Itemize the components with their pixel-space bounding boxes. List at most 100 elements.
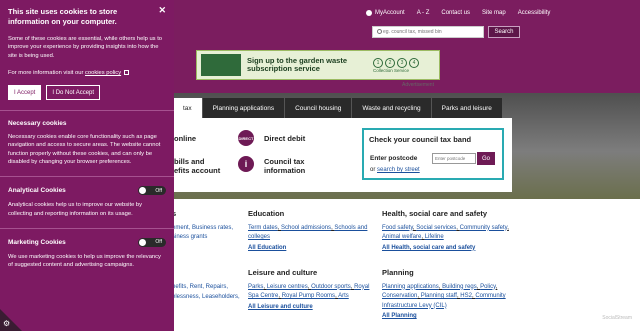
- section-link[interactable]: ement, Business rates,: [172, 224, 233, 234]
- section-heading-planning: Planning: [382, 268, 414, 277]
- link-term-dates[interactable]: Term dates: [248, 225, 278, 231]
- link-policy[interactable]: Policy: [480, 284, 496, 290]
- analytical-cookies-header: Analytical Cookies Off: [8, 186, 166, 196]
- divider: [0, 176, 174, 178]
- link-outdoor-sports[interactable]: Outdoor sports: [311, 284, 351, 290]
- advert-headline: Sign up to the garden waste subscription…: [247, 55, 348, 73]
- link-all-education[interactable]: All Education: [248, 244, 373, 254]
- link-food-safety[interactable]: Food safety: [382, 225, 413, 231]
- council-tax-info-line2: information: [264, 166, 306, 175]
- link-leisure-centres[interactable]: Leisure centres: [267, 284, 308, 290]
- tab-council-housing[interactable]: Council housing: [284, 98, 352, 118]
- section-link[interactable]: siness grants: [172, 233, 233, 243]
- utility-link-myaccount[interactable]: MyAccount: [366, 10, 405, 16]
- info-icon: i: [238, 156, 254, 172]
- panel-link-direct-debit[interactable]: Direct debit: [264, 134, 305, 143]
- user-icon: [366, 10, 372, 16]
- link-conservation[interactable]: Conservation: [382, 293, 417, 299]
- analytical-cookies-toggle[interactable]: Off: [138, 186, 166, 196]
- tab-waste-recycling[interactable]: Waste and recycling: [351, 98, 431, 118]
- section-education: Education Term dates, School admissions,…: [248, 209, 373, 253]
- search-button[interactable]: Search: [488, 26, 520, 38]
- section-heading: s: [172, 209, 177, 218]
- advert-label: Advertisement: [402, 82, 434, 88]
- utility-link-sitemap[interactable]: Site map: [482, 10, 506, 16]
- more-info-text: For more information visit our: [8, 69, 84, 76]
- link-planning-staff[interactable]: Planning staff: [421, 293, 457, 299]
- council-tax-band-title: Check your council tax band: [369, 135, 472, 144]
- postcode-go-button[interactable]: Go: [477, 152, 495, 165]
- marketing-cookies-desc: We use marketing cookies to help us impr…: [8, 253, 161, 269]
- site-search: Search: [372, 26, 520, 38]
- council-tax-info-line1: Council tax: [264, 157, 305, 166]
- section-links: ement, Business rates, siness grants: [172, 224, 233, 243]
- postcode-label: Enter postcode: [370, 155, 418, 162]
- link-social-services[interactable]: Social services: [416, 225, 456, 231]
- necessary-cookies-desc: Necessary cookies enable core functional…: [8, 134, 161, 166]
- link-building-regs[interactable]: Building regs: [442, 284, 477, 290]
- section-col1-partial: s ement, Business rates, siness grants: [172, 209, 233, 243]
- section-heading-leisure: Leisure and culture: [248, 268, 318, 277]
- panel-link-bills-line1: bills and: [174, 157, 205, 166]
- tab-planning-applications[interactable]: Planning applications: [201, 98, 285, 118]
- necessary-cookies-header: Necessary cookies: [8, 120, 166, 127]
- link-all-health[interactable]: All Health, social care and safety: [382, 244, 517, 254]
- toggle-state: Off: [155, 187, 162, 194]
- section-leisure: Leisure and culture Parks, Leisure centr…: [248, 268, 376, 312]
- utility-link-a-z[interactable]: A - Z: [417, 10, 430, 16]
- service-tabs: tax Planning applications Council housin…: [172, 98, 502, 118]
- advert-banner[interactable]: Sign up to the garden waste subscription…: [196, 50, 440, 80]
- section-link[interactable]: nefits, Rent, Repairs,: [172, 283, 240, 293]
- advert-step: 1: [373, 57, 383, 68]
- cookie-intro: Some of these cookies are essential, whi…: [8, 36, 163, 59]
- necessary-cookies-title: Necessary cookies: [8, 120, 67, 128]
- link-hs2[interactable]: HS2: [460, 293, 472, 299]
- advert-steps: 1 2 3 4: [373, 57, 419, 68]
- marketing-cookies-header: Marketing Cookies Off: [8, 237, 166, 247]
- cookie-more-info: For more information visit our cookies p…: [8, 69, 166, 77]
- toggle-knob: [139, 187, 146, 195]
- direct-debit-icon: DIRECT: [238, 130, 254, 146]
- cookie-title: This site uses cookies to store informat…: [8, 7, 118, 26]
- utility-link-contact[interactable]: Contact us: [441, 10, 470, 16]
- section-heading-education: Education: [248, 209, 285, 218]
- link-community-safety[interactable]: Community safety: [460, 225, 508, 231]
- advert-sub: Collection Service: [373, 67, 410, 73]
- accept-cookies-button[interactable]: I Accept: [8, 85, 42, 101]
- tab-council-tax[interactable]: tax: [172, 98, 202, 118]
- tab-parks-leisure[interactable]: Parks and leisure: [430, 98, 502, 118]
- search-icon: [377, 29, 382, 34]
- analytical-cookies-desc: Analytical cookies help us to improve ou…: [8, 202, 143, 217]
- postcode-input[interactable]: [432, 153, 476, 164]
- panel-link-bills[interactable]: bills and efits account: [174, 157, 220, 175]
- advert-step: 2: [385, 57, 395, 68]
- brandmark: SocialStream: [602, 315, 632, 321]
- advert-logo: [201, 54, 241, 76]
- link-all-planning[interactable]: All Planning: [382, 312, 514, 322]
- cookies-policy-link[interactable]: cookies policy: [85, 70, 121, 76]
- section-link[interactable]: elessness, Leaseholders,: [172, 293, 240, 303]
- link-all-leisure[interactable]: All Leisure and culture: [248, 303, 376, 313]
- reject-cookies-button[interactable]: I Do Not Accept: [46, 85, 101, 101]
- link-school-admissions[interactable]: School admissions: [281, 225, 331, 231]
- section-heading-health: Health, social care and safety: [382, 209, 488, 218]
- link-parks[interactable]: Parks: [248, 284, 263, 290]
- panel-link-online[interactable]: online: [174, 134, 196, 143]
- utility-link-accessibility[interactable]: Accessibility: [518, 10, 551, 16]
- panel-link-council-tax-info[interactable]: Council tax information: [264, 157, 305, 175]
- search-by-street-link[interactable]: search by street: [377, 167, 420, 173]
- link-royal-pump-rooms[interactable]: Royal Pump Rooms: [282, 293, 335, 299]
- divider: [0, 227, 174, 229]
- analytical-cookies-title: Analytical Cookies: [8, 187, 66, 195]
- link-animal-welfare[interactable]: Animal welfare: [382, 234, 421, 240]
- link-arts[interactable]: Arts: [338, 293, 349, 299]
- marketing-cookies-toggle[interactable]: Off: [138, 237, 166, 247]
- section-col1b-partial: nefits, Rent, Repairs, elessness, Leaseh…: [172, 283, 240, 302]
- or-label: or: [370, 167, 376, 173]
- panel-link-bills-line2: efits account: [174, 166, 221, 175]
- link-lifeline[interactable]: Lifeline: [425, 234, 444, 240]
- gear-icon[interactable]: ⚙: [3, 319, 10, 328]
- link-planning-applications[interactable]: Planning applications: [382, 284, 439, 290]
- close-icon[interactable]: ✕: [158, 5, 166, 16]
- search-input[interactable]: [372, 26, 484, 38]
